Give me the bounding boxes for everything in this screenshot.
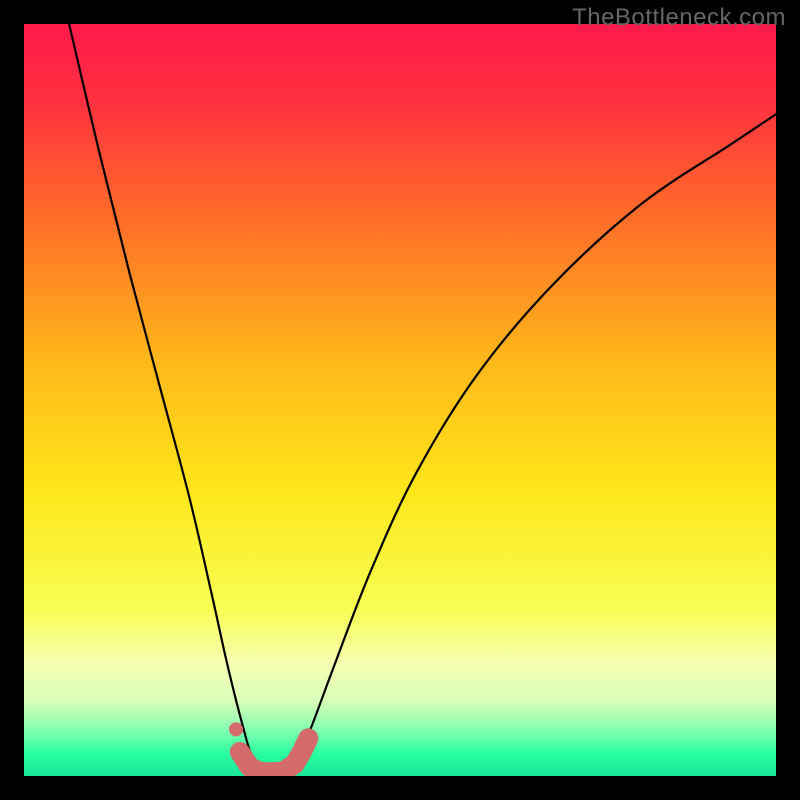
plot-area	[24, 24, 776, 776]
gradient-background	[24, 24, 776, 776]
chart-frame: TheBottleneck.com	[0, 0, 800, 800]
highlight-dot	[229, 722, 243, 736]
bottleneck-chart	[24, 24, 776, 776]
watermark-text: TheBottleneck.com	[572, 4, 786, 32]
